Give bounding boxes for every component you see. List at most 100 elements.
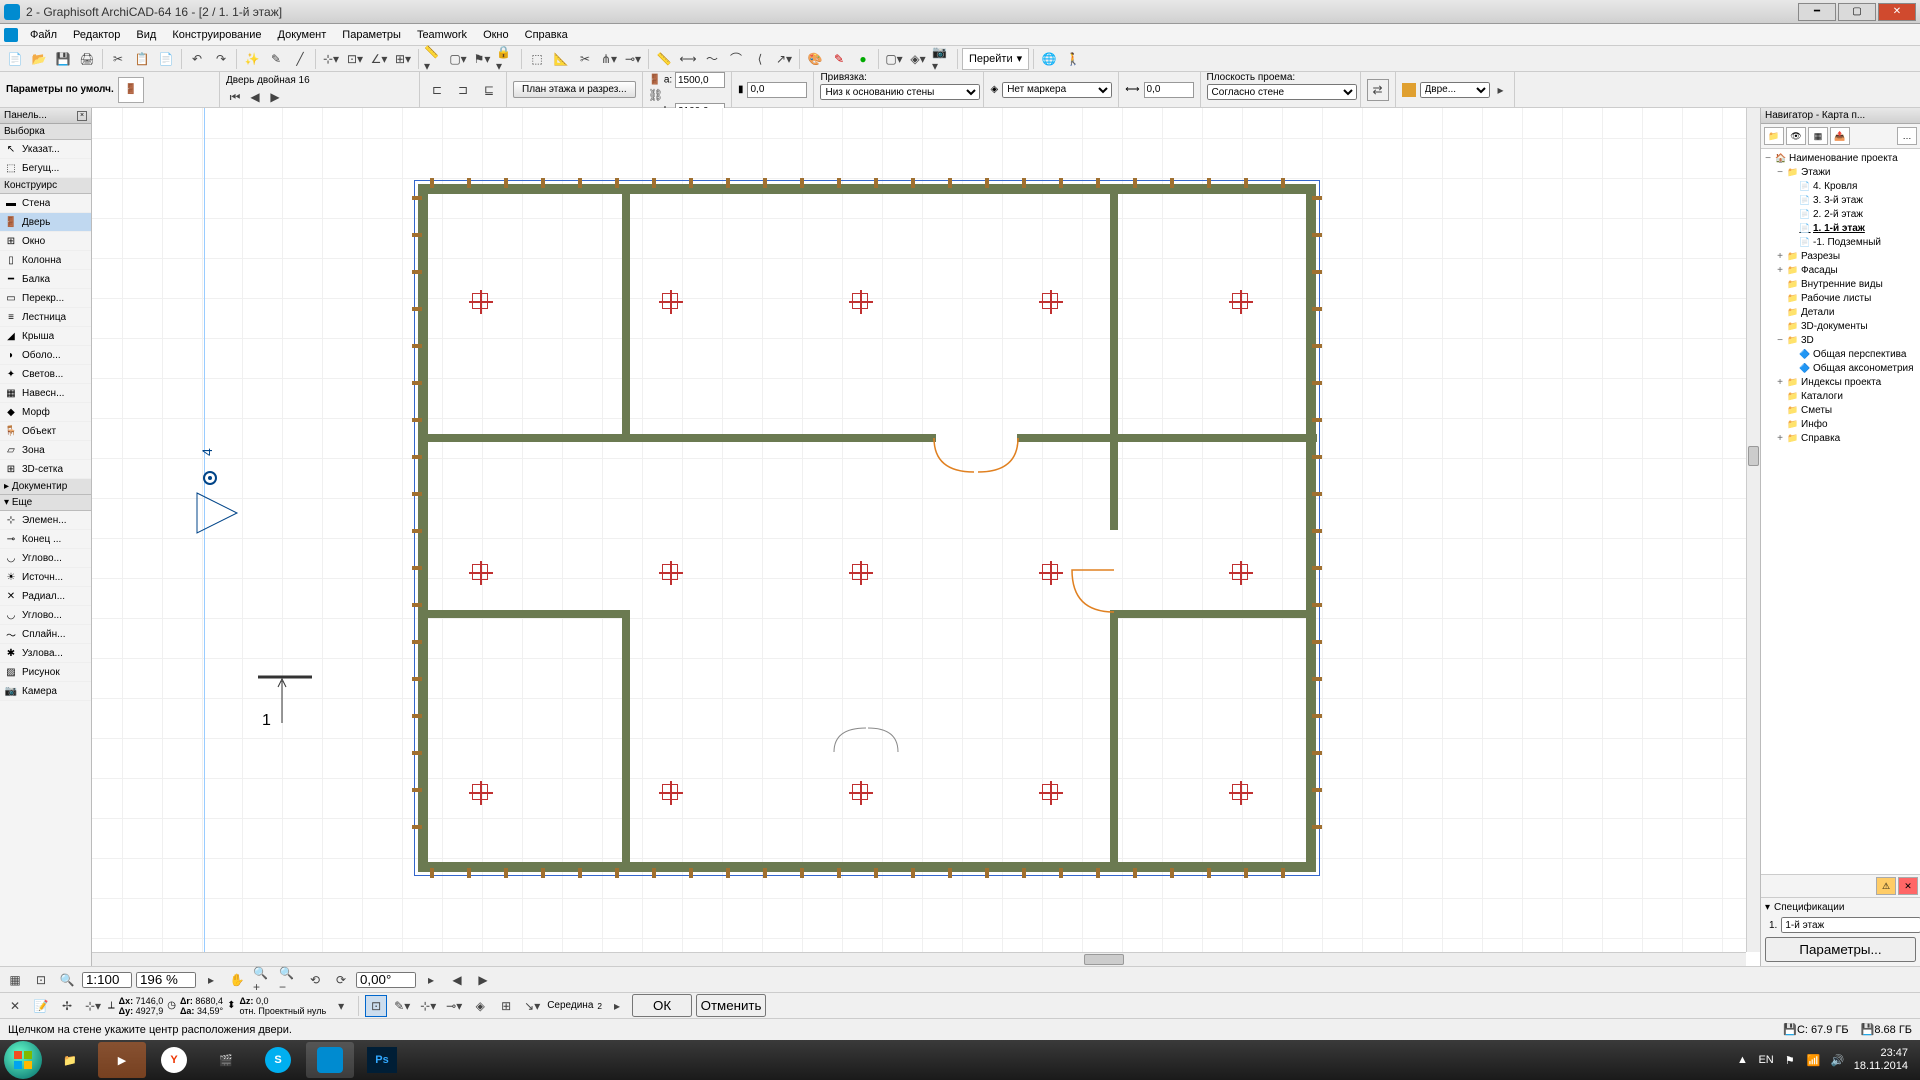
copy-button[interactable]: 📋	[131, 48, 153, 70]
line-button[interactable]: ╱	[289, 48, 311, 70]
wall-inner[interactable]	[1110, 192, 1118, 440]
grid-button[interactable]: ⊞▾	[392, 48, 414, 70]
tree-item[interactable]: 🔷Общая аксонометрия	[1763, 361, 1918, 375]
menu-view[interactable]: Вид	[128, 27, 164, 43]
toolbox-item[interactable]: ✦Светов...	[0, 365, 91, 384]
menu-window[interactable]: Окно	[475, 27, 517, 43]
tree-expander[interactable]: +	[1775, 265, 1785, 276]
placement-mode-1[interactable]: ⊏	[426, 79, 448, 101]
snap-button[interactable]: ⊡▾	[344, 48, 366, 70]
tree-item[interactable]: 📄-1. Подземный	[1763, 235, 1918, 249]
task-yandex[interactable]: Y	[150, 1042, 198, 1078]
wall-inner[interactable]	[1017, 434, 1317, 442]
marker-select[interactable]: Нет маркера	[1002, 82, 1112, 98]
column-marker[interactable]	[1232, 784, 1248, 800]
tree-item[interactable]: +📁Фасады	[1763, 263, 1918, 277]
render-button[interactable]: 🎨	[804, 48, 826, 70]
column-marker[interactable]	[662, 564, 678, 580]
nav-prev-button[interactable]: ◀	[246, 90, 264, 104]
wall-outer-top[interactable]	[418, 184, 1316, 194]
toolbox-item[interactable]: ⊞3D-сетка	[0, 460, 91, 479]
angle-more[interactable]: ▸	[420, 969, 442, 991]
toolbox-item[interactable]: ▬Стена	[0, 194, 91, 213]
opening-select[interactable]: Согласно стене	[1207, 84, 1357, 100]
tree-item[interactable]: +📁Индексы проекта	[1763, 375, 1918, 389]
toolbox-item[interactable]: ⊹Элемен...	[0, 511, 91, 530]
zoom-out-button[interactable]: ▸	[200, 969, 222, 991]
wall-inner[interactable]	[622, 192, 630, 440]
toolbox-group-document[interactable]: ▸ Документир	[0, 479, 91, 495]
view-zoom-icon[interactable]: 🔍	[56, 969, 78, 991]
undo-button[interactable]: ↶	[186, 48, 208, 70]
toolbox-item[interactable]: 🚪Дверь	[0, 213, 91, 232]
column-marker[interactable]	[472, 784, 488, 800]
tree-item[interactable]: −📁3D	[1763, 333, 1918, 347]
task-explorer[interactable]: 📁	[46, 1042, 94, 1078]
wall-inner[interactable]	[1110, 610, 1118, 862]
tree-expander[interactable]: +	[1775, 377, 1785, 388]
tray-network-icon[interactable]: 📶	[1806, 1052, 1822, 1068]
nav-tab-views[interactable]: 👁	[1786, 127, 1806, 145]
menu-teamwork[interactable]: Teamwork	[409, 27, 475, 43]
lock-button[interactable]: 🔒▾	[495, 48, 517, 70]
guide-button[interactable]: ⊹▾	[320, 48, 342, 70]
placement-mode-2[interactable]: ⊐	[452, 79, 474, 101]
drawing-canvas[interactable]: 4 1	[92, 108, 1746, 952]
zoom-input[interactable]	[136, 972, 196, 988]
menu-params[interactable]: Параметры	[334, 27, 409, 43]
door-double[interactable]	[932, 436, 1022, 476]
task-media1[interactable]: ▶	[98, 1042, 146, 1078]
redo-button[interactable]: ↷	[210, 48, 232, 70]
dim-button[interactable]: ⟷	[677, 48, 699, 70]
trim-button[interactable]: ⋔▾	[598, 48, 620, 70]
menu-edit[interactable]: Редактор	[65, 27, 128, 43]
toolbox-item[interactable]: ⊞Окно	[0, 232, 91, 251]
tree-item[interactable]: 📁3D-документы	[1763, 319, 1918, 333]
flip-button[interactable]: ⇄	[1367, 79, 1389, 101]
column-marker[interactable]	[852, 564, 868, 580]
nav-warn-icon[interactable]: ⚠	[1876, 877, 1896, 895]
layer-select[interactable]: Двре...	[1420, 82, 1490, 98]
toolbox-item[interactable]: ▭Перекр...	[0, 289, 91, 308]
walk-button[interactable]: 🚶	[1062, 48, 1084, 70]
ruler-button[interactable]: 📏▾	[423, 48, 445, 70]
tree-expander[interactable]: −	[1775, 335, 1785, 346]
toolbox-item[interactable]: ◗Оболо...	[0, 346, 91, 365]
flag-button[interactable]: ⚑▾	[471, 48, 493, 70]
nav-tab-project[interactable]: 📁	[1764, 127, 1784, 145]
window-minimize-button[interactable]: ━	[1798, 3, 1836, 21]
nav-tab-layouts[interactable]: ▦	[1808, 127, 1828, 145]
menu-file[interactable]: Файл	[22, 27, 65, 43]
cam-button[interactable]: 📷▾	[931, 48, 953, 70]
tray-sound-icon[interactable]: 🔊	[1830, 1052, 1846, 1068]
nav-close-icon[interactable]: ✕	[1898, 877, 1918, 895]
column-marker[interactable]	[1042, 564, 1058, 580]
midpoint-dropdown[interactable]: ▸	[606, 995, 628, 1017]
angle-input[interactable]	[356, 972, 416, 988]
toolbox-item[interactable]: ⊸Конец ...	[0, 530, 91, 549]
circle-button[interactable]: ●	[852, 48, 874, 70]
column-marker[interactable]	[472, 293, 488, 309]
view-history-prev[interactable]: ◀	[446, 969, 468, 991]
column-marker[interactable]	[472, 564, 488, 580]
tree-item[interactable]: 📄3. 3-й этаж	[1763, 193, 1918, 207]
section-marker[interactable]: 4	[192, 438, 252, 548]
angle2-button[interactable]: ⟨	[749, 48, 771, 70]
column-marker[interactable]	[662, 293, 678, 309]
toolbox-item[interactable]: ◆Морф	[0, 403, 91, 422]
tree-item[interactable]: 📄4. Кровля	[1763, 179, 1918, 193]
task-skype[interactable]: S	[254, 1042, 302, 1078]
current-view-input[interactable]	[1781, 917, 1920, 933]
column-marker[interactable]	[1042, 784, 1058, 800]
menu-document[interactable]: Документ	[270, 27, 335, 43]
zoom-out2-button[interactable]: 🔍−	[278, 969, 300, 991]
scissors-button[interactable]: ✂	[574, 48, 596, 70]
angle-button[interactable]: ∠▾	[368, 48, 390, 70]
toolbox-item[interactable]: ◡Углово...	[0, 606, 91, 625]
arc-button[interactable]: ⌒	[725, 48, 747, 70]
anchor-select[interactable]: Низ к основанию стены	[820, 84, 980, 100]
app-menu-icon[interactable]	[4, 28, 18, 42]
nav-tab-more[interactable]: …	[1897, 127, 1917, 145]
axis-icon[interactable]: ⊹▾	[82, 995, 104, 1017]
horizontal-scrollbar[interactable]	[92, 952, 1746, 966]
